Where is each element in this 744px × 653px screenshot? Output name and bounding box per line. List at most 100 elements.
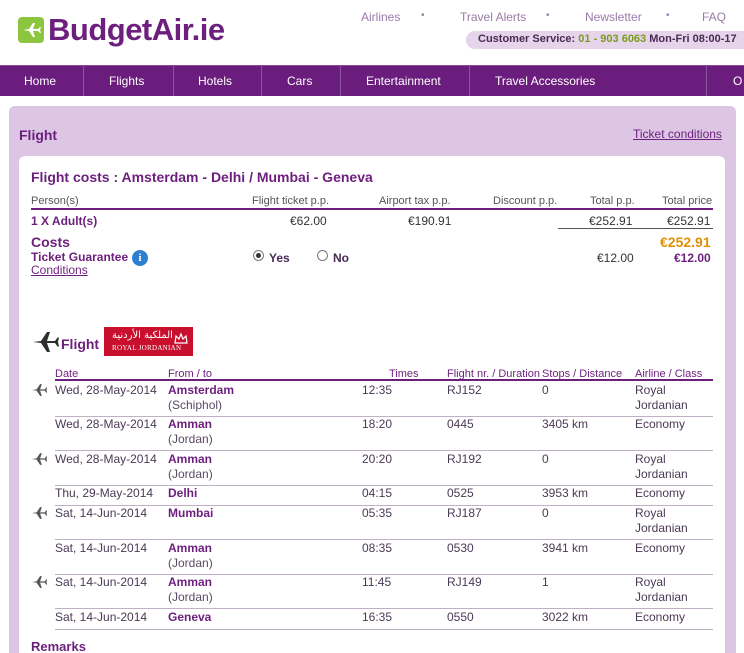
row-total-price: €252.91 (667, 214, 711, 228)
flight-destination-sub: (Jordan) (168, 556, 213, 570)
flight-airline-sub: Jordanian (635, 521, 688, 535)
ticket-conditions-link[interactable]: Ticket conditions (633, 127, 722, 141)
customer-service-phone: 01 - 903 6063 (578, 33, 647, 45)
nav-label: Entertainment (366, 74, 441, 88)
guarantee-price-total: €12.00 (674, 251, 711, 265)
header-discount: Discount p.p. (493, 195, 558, 207)
flight-stops: 0 (542, 452, 549, 466)
royal-jordanian-logo: الملكية الأردنية ROYAL JORDANIAN (104, 327, 193, 356)
guarantee-no-label[interactable]: No (333, 251, 349, 265)
header-total-price: Total price (662, 195, 713, 207)
header-persons: Person(s) (31, 195, 79, 207)
nav-entertainment[interactable]: Entertainment (341, 66, 470, 96)
page-title: Flight (19, 127, 58, 143)
flight-destination: Amman (168, 541, 213, 555)
flight-airline: Royal (635, 383, 666, 397)
flight-stops: 3022 km (542, 610, 589, 624)
flight-time: 08:35 (362, 541, 393, 555)
flight-time: 11:45 (362, 575, 392, 589)
row-airport-tax: €190.91 (408, 214, 452, 228)
flight-date: Sat, 14-Jun-2014 (55, 541, 148, 555)
plane-icon (31, 575, 48, 589)
nav-label: Cars (287, 74, 313, 88)
flight-airline: Economy (635, 541, 686, 555)
flight-destination: Delhi (168, 486, 198, 500)
plane-icon (31, 452, 48, 466)
guarantee-no-radio[interactable] (317, 250, 328, 261)
link-newsletter[interactable]: Newsletter (585, 10, 642, 24)
row-divider (55, 629, 713, 630)
flight-header-divider (55, 379, 713, 381)
flight-airline: Economy (635, 610, 686, 624)
row-persons: 1 X Adult(s) (31, 214, 98, 228)
flight-number: RJ152 (447, 383, 482, 397)
nav-cars[interactable]: Cars (262, 66, 341, 96)
flight-number: 0550 (447, 610, 474, 624)
flight-airline: Royal (635, 452, 666, 466)
plane-icon (31, 506, 48, 520)
airline-logo-text: ROYAL JORDANIAN (112, 344, 182, 352)
nav-label: Home (24, 74, 57, 88)
info-icon[interactable]: i (132, 250, 148, 266)
flight-stops: 0 (542, 506, 549, 520)
plane-logo-icon (18, 17, 44, 43)
flight-date: Wed, 28-May-2014 (55, 452, 157, 466)
flight-airline-sub: Jordanian (635, 467, 688, 481)
flight-destination-sub: (Jordan) (168, 432, 213, 446)
flight-time: 04:15 (362, 486, 393, 500)
guarantee-yes-label[interactable]: Yes (269, 251, 290, 265)
nav-label: Travel Accessories (495, 74, 596, 88)
flight-costs-title: Flight costs : Amsterdam - Delhi / Mumba… (31, 169, 373, 185)
header-flight-ticket: Flight ticket p.p. (252, 195, 330, 207)
logo[interactable]: BudgetAir.ie (18, 12, 225, 48)
flight-number: 0525 (447, 486, 474, 500)
conditions-link[interactable]: Conditions (31, 263, 88, 277)
flight-airline: Economy (635, 486, 686, 500)
nav-label: O (733, 74, 743, 88)
flight-destination: Geneva (168, 610, 212, 624)
nav-label: Flights (109, 74, 145, 88)
nav-travel-accessories[interactable]: Travel Accessories (470, 66, 707, 96)
link-travel-alerts[interactable]: Travel Alerts (460, 10, 526, 24)
flight-time: 05:35 (362, 506, 393, 520)
nav-flights[interactable]: Flights (84, 66, 174, 96)
flight-destination: Amman (168, 452, 213, 466)
flight-airline: Royal (635, 575, 666, 589)
remarks-title: Remarks (31, 639, 86, 653)
nav-hotels[interactable]: Hotels (174, 66, 262, 96)
flight-airline: Economy (635, 417, 686, 431)
flight-number: RJ192 (447, 452, 482, 466)
link-airlines[interactable]: Airlines (361, 10, 400, 24)
customer-service-hours: Mon-Fri 08:00-17 (649, 33, 737, 45)
guarantee-yes-radio[interactable] (253, 250, 264, 261)
flight-number: RJ149 (447, 575, 482, 589)
flight-date: Sat, 14-Jun-2014 (55, 610, 148, 624)
flight-time: 12:35 (362, 383, 393, 397)
link-faq[interactable]: FAQ (702, 10, 726, 24)
airline-logo-arabic: الملكية الأردنية (112, 330, 173, 341)
row-total-pp: €252.91 (589, 214, 633, 228)
nav-home[interactable]: Home (0, 66, 84, 96)
flight-stops: 1 (542, 575, 549, 589)
guarantee-price-pp: €12.00 (597, 251, 634, 265)
flight-date: Wed, 28-May-2014 (55, 383, 157, 397)
flight-section-label: Flight (61, 336, 100, 352)
nav-more[interactable]: O (707, 66, 744, 96)
costs-label: Costs (31, 234, 70, 250)
flight-stops: 3405 km (542, 417, 589, 431)
flight-time: 16:35 (362, 610, 393, 624)
flight-stops: 0 (542, 383, 549, 397)
separator-dot: • (421, 10, 425, 21)
flight-number: 0530 (447, 541, 474, 555)
flight-airline-sub: Jordanian (635, 398, 688, 412)
flight-time: 20:20 (362, 452, 393, 466)
logo-text: BudgetAir.ie (48, 12, 225, 47)
flight-date: Sat, 14-Jun-2014 (55, 575, 148, 589)
row-divider (55, 608, 713, 609)
header-total-pp: Total p.p. (590, 195, 635, 207)
sum-divider (558, 228, 713, 229)
flight-destination-sub: (Schiphol) (168, 398, 223, 412)
flight-destination: Amman (168, 417, 213, 431)
header: BudgetAir.ie Airlines • Travel Alerts • … (0, 0, 744, 64)
flight-date: Wed, 28-May-2014 (55, 417, 157, 431)
